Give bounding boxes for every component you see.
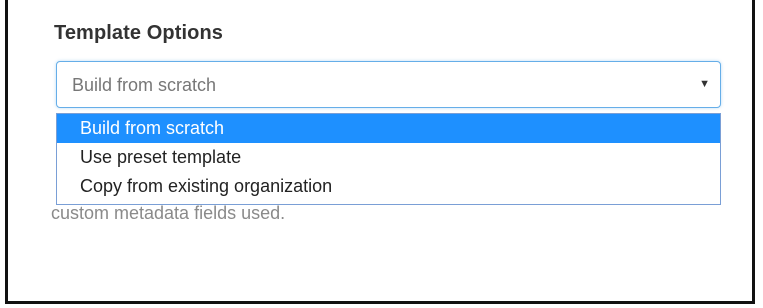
template-select[interactable]: Build from scratch ▼ [56, 61, 721, 108]
template-options-panel: Template Options custom metadata fields … [5, 0, 755, 304]
option-build-from-scratch[interactable]: Build from scratch [57, 114, 720, 143]
section-title: Template Options [54, 22, 224, 44]
template-dropdown-list: Build from scratch Use preset template C… [56, 113, 721, 205]
template-select-value: Build from scratch [72, 75, 217, 95]
template-hint-text: custom metadata fields used. [51, 203, 286, 223]
caret-down-icon: ▼ [699, 78, 710, 90]
option-use-preset-template[interactable]: Use preset template [57, 143, 720, 172]
option-copy-from-existing-organization[interactable]: Copy from existing organization [57, 172, 720, 201]
